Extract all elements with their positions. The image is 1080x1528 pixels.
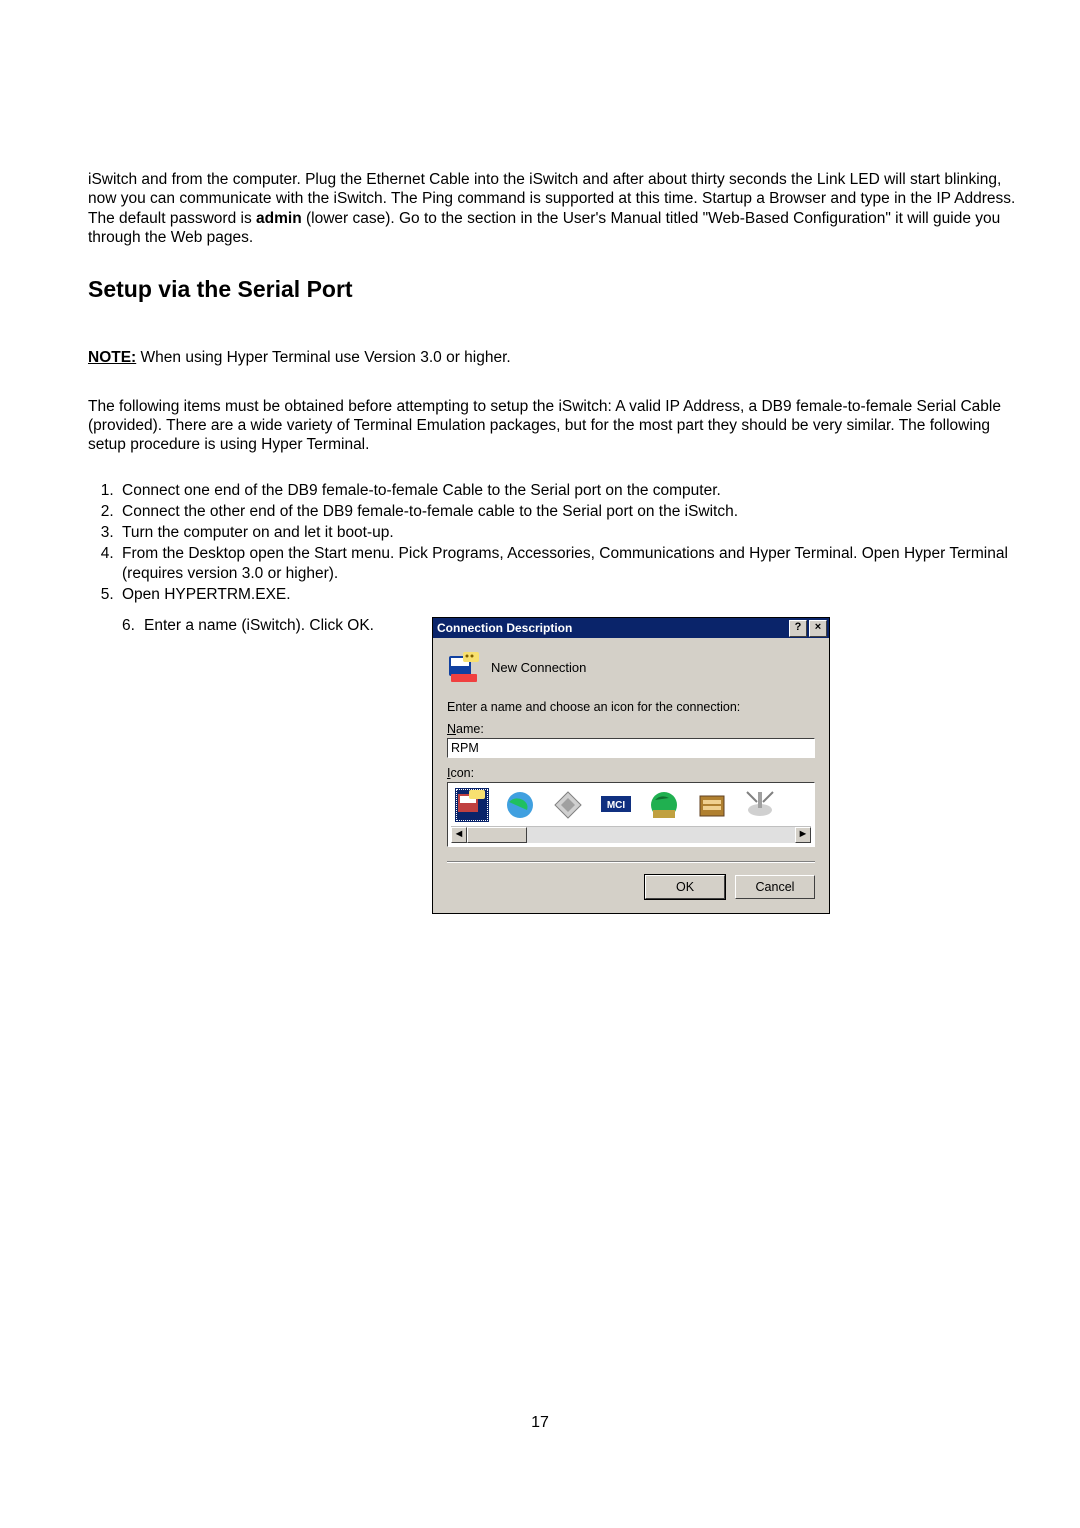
icon-option-mci[interactable]: MCI [599, 788, 633, 822]
close-button[interactable]: × [809, 620, 827, 637]
ok-button[interactable]: OK [645, 875, 725, 899]
help-button[interactable]: ? [789, 620, 807, 637]
intro-bold: admin [256, 210, 302, 227]
list-item: From the Desktop open the Start menu. Pi… [118, 544, 1020, 584]
dialog-buttons: OK Cancel [447, 875, 815, 899]
icon-option-globe[interactable] [503, 788, 537, 822]
name-input[interactable] [447, 738, 815, 758]
dialog-separator [447, 861, 815, 863]
list-item: Connect the other end of the DB9 female-… [118, 502, 1020, 522]
icon-scrollbar[interactable]: ◄ ► [451, 826, 811, 843]
dialog-titlebar[interactable]: Connection Description ? × [433, 618, 829, 638]
steps-list: Connect one end of the DB9 female-to-fem… [88, 481, 1020, 606]
dialog-prompt: Enter a name and choose an icon for the … [447, 700, 815, 714]
icon-option-folder[interactable] [695, 788, 729, 822]
list-item: Open HYPERTRM.EXE. [118, 585, 1020, 605]
icon-option-diamond[interactable] [551, 788, 585, 822]
icon-option-satellite[interactable] [743, 788, 777, 822]
section-heading: Setup via the Serial Port [88, 276, 1020, 303]
icon-strip: MCI [451, 786, 811, 824]
dialog-title: Connection Description [437, 621, 572, 635]
name-label-underline: N [447, 722, 456, 736]
intro-paragraph: iSwitch and from the computer. Plug the … [88, 170, 1020, 248]
following-paragraph: The following items must be obtained bef… [88, 397, 1020, 455]
step6-body: Enter a name (iSwitch). Click OK. [144, 617, 374, 634]
icon-option-selected[interactable] [455, 788, 489, 822]
list-item: Connect one end of the DB9 female-to-fem… [118, 481, 1020, 501]
step6-text: 6.Enter a name (iSwitch). Click OK. [118, 617, 412, 635]
page-number: 17 [0, 1414, 1080, 1432]
new-connection-row: New Connection [447, 650, 815, 684]
note-line: NOTE: When using Hyper Terminal use Vers… [88, 349, 1020, 367]
cancel-button[interactable]: Cancel [735, 875, 815, 899]
icon-option-globe2[interactable] [647, 788, 681, 822]
connection-description-dialog: Connection Description ? × [432, 617, 830, 914]
note-text: When using Hyper Terminal use Version 3.… [136, 349, 511, 366]
name-label-rest: ame: [456, 722, 484, 736]
list-item: Turn the computer on and let it boot-up. [118, 523, 1020, 543]
icon-label-rest: con: [450, 766, 474, 780]
step6-row: 6.Enter a name (iSwitch). Click OK. Conn… [88, 617, 1020, 914]
scroll-left-button[interactable]: ◄ [451, 827, 467, 843]
name-label: Name: [447, 722, 815, 736]
step6-number: 6. [122, 617, 144, 635]
icon-label: Icon: [447, 766, 815, 780]
icon-picker: MCI ◄ [447, 782, 815, 847]
dialog-body: New Connection Enter a name and choose a… [433, 638, 829, 913]
scroll-thumb[interactable] [467, 827, 527, 843]
note-label: NOTE: [88, 349, 136, 366]
scroll-right-button[interactable]: ► [795, 827, 811, 843]
phone-modem-icon [447, 650, 481, 684]
svg-text:MCI: MCI [607, 800, 626, 811]
new-connection-label: New Connection [491, 660, 586, 675]
